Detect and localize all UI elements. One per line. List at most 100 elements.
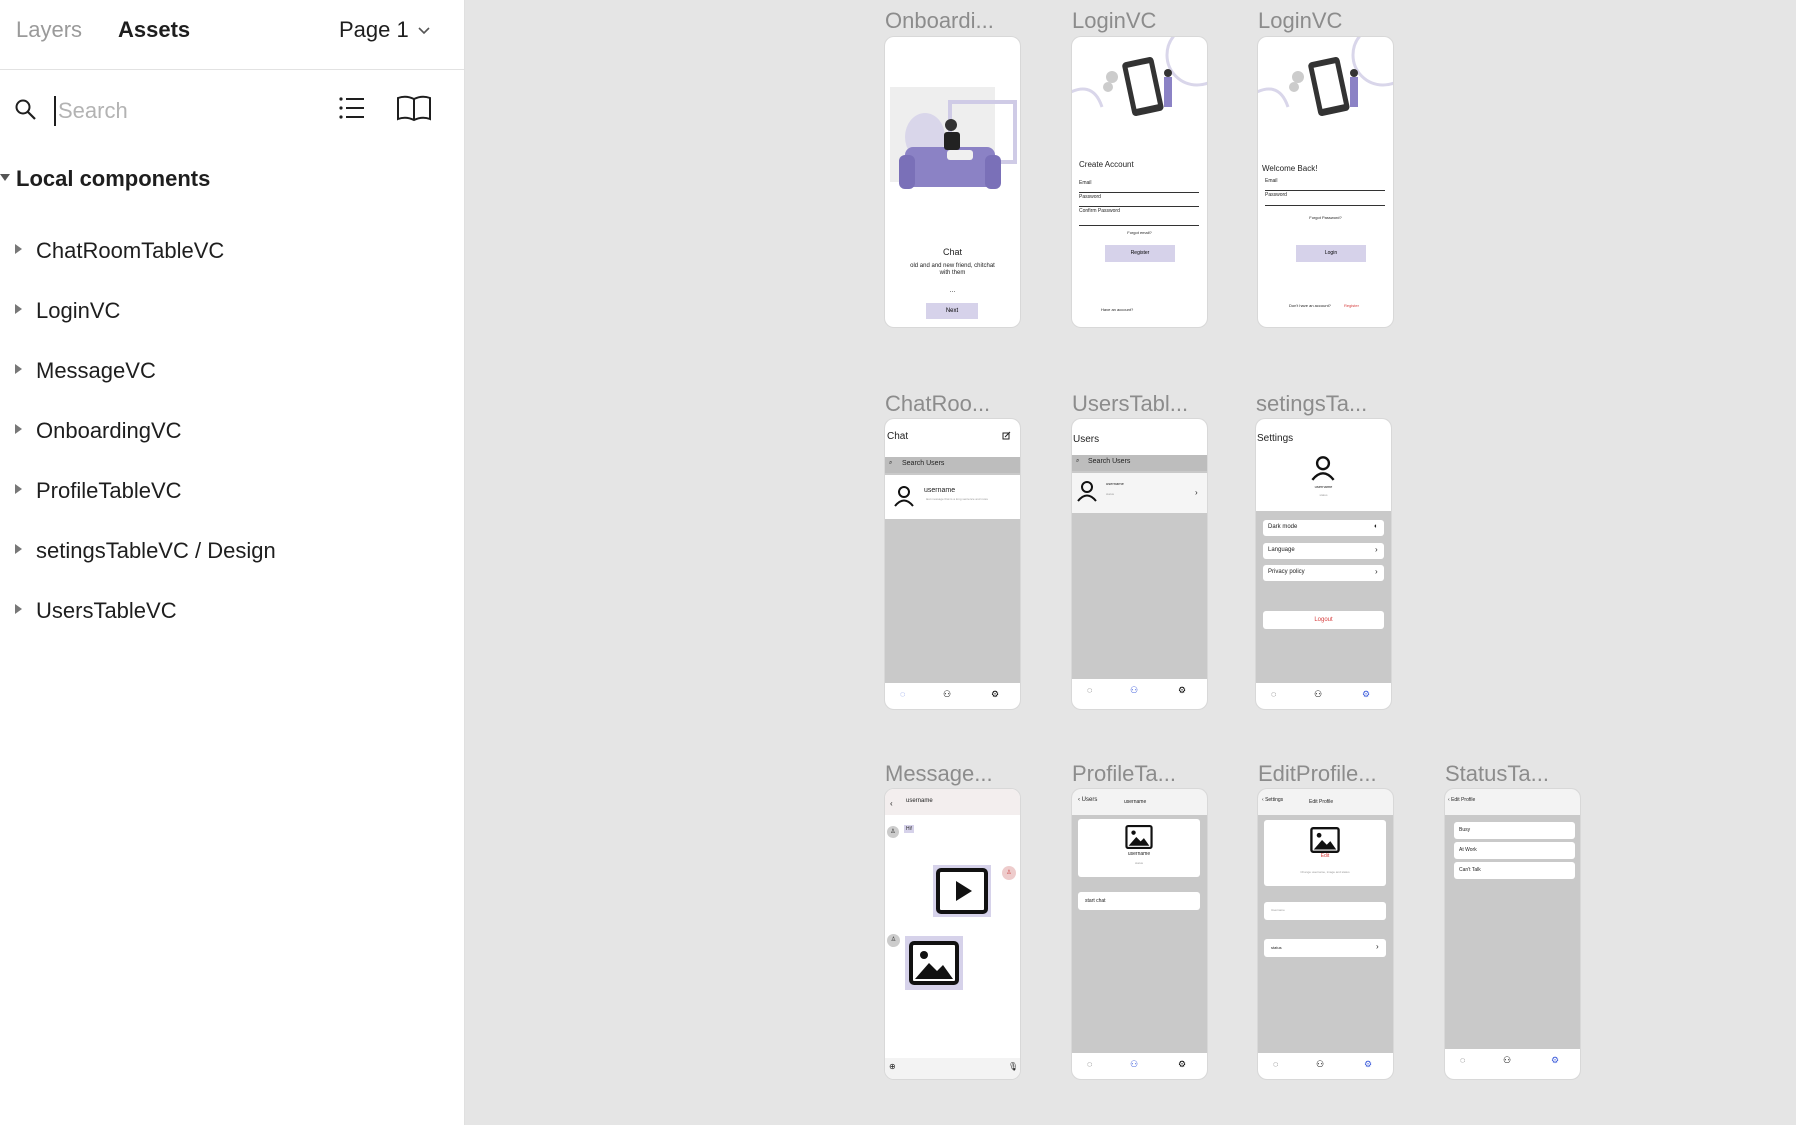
component-label: ChatRoomTableVC <box>36 238 225 263</box>
chat-tab-icon[interactable]: ◌ <box>900 689 905 699</box>
frame-title[interactable]: Message... <box>885 761 993 787</box>
compose-icon[interactable] <box>1002 431 1011 440</box>
settings-tab-icon[interactable]: ⚙ <box>1362 689 1370 700</box>
settings-tab-icon[interactable]: ⚙ <box>991 689 999 700</box>
password-label: Password <box>1265 192 1287 198</box>
tab-bar: ◌ ⚇ ⚙ <box>1258 1053 1393 1079</box>
status-option-label: Can't Talk <box>1459 867 1481 873</box>
tab-bar: ◌ ⚇ ⚙ <box>1445 1049 1580 1079</box>
settings-tab-icon[interactable]: ⚙ <box>1551 1055 1559 1066</box>
expand-caret-icon <box>15 244 22 254</box>
page-selector[interactable]: Page 1 <box>339 17 431 43</box>
chevron-right-icon: › <box>1375 545 1378 554</box>
profile-status: status <box>1319 493 1328 497</box>
component-label: LoginVC <box>36 298 121 323</box>
username-field[interactable]: Username <box>1264 902 1386 920</box>
back-button[interactable]: ‹ Settings <box>1262 797 1283 803</box>
avatar-icon: ♙ <box>887 826 899 838</box>
status-option[interactable]: Busy <box>1454 822 1575 839</box>
status-option-label: Busy <box>1459 827 1471 833</box>
component-item[interactable]: UsersTableVC <box>0 592 464 632</box>
back-button[interactable]: ‹ Edit Profile <box>1448 797 1475 803</box>
frame-title[interactable]: UsersTabl... <box>1072 391 1188 417</box>
row-username: username <box>1106 481 1124 486</box>
search-icon: ⌕ <box>1076 458 1080 464</box>
collapse-caret-icon <box>0 174 10 181</box>
image-message[interactable] <box>905 936 963 990</box>
users-tab-icon[interactable]: ⚇ <box>1130 1059 1138 1070</box>
have-account-text[interactable]: Have an account? <box>1101 307 1133 312</box>
users-tab-icon[interactable]: ⚇ <box>1130 685 1138 696</box>
frame-title[interactable]: setingsTa... <box>1256 391 1367 417</box>
settings-tab-icon[interactable]: ⚙ <box>1364 1059 1372 1070</box>
chevron-right-icon: › <box>1375 567 1378 576</box>
frame-title[interactable]: EditProfile... <box>1258 761 1377 787</box>
status-option[interactable]: At Work <box>1454 842 1575 859</box>
settings-item-label: Language <box>1268 547 1295 553</box>
search-input[interactable] <box>54 96 320 126</box>
frame-message[interactable]: ‹ username ♙ Hi! ♙ ♙ ⊕ 🎙 <box>885 789 1020 1079</box>
next-button[interactable]: Next <box>926 303 978 319</box>
login-button[interactable]: Login <box>1296 245 1366 262</box>
component-item[interactable]: ChatRoomTableVC <box>0 232 464 272</box>
tab-bar: ◌ ⚇ ⚙ <box>1072 1053 1207 1079</box>
back-chevron-icon[interactable]: ‹ <box>890 799 893 808</box>
users-tab-icon[interactable]: ⚇ <box>943 689 951 700</box>
back-button[interactable]: ‹ Users <box>1078 797 1097 803</box>
frame-title[interactable]: LoginVC <box>1072 8 1156 34</box>
register-button[interactable]: Register <box>1105 245 1175 262</box>
frame-title[interactable]: StatusTa... <box>1445 761 1549 787</box>
users-tab-icon[interactable]: ⚇ <box>1316 1059 1324 1070</box>
chat-tab-icon[interactable]: ◌ <box>1273 1059 1278 1069</box>
frame-onboarding[interactable]: Chat old and and new friend, chitchat wi… <box>885 37 1020 327</box>
settings-item-dark-mode[interactable]: Dark mode ◐ <box>1263 520 1384 536</box>
edit-link[interactable]: Edit <box>1264 853 1386 859</box>
users-tab-icon[interactable]: ⚇ <box>1314 689 1322 700</box>
component-item[interactable]: setingsTableVC / Design <box>0 532 464 572</box>
frame-edit-profile[interactable]: ‹ Settings Edit Profile Edit Change user… <box>1258 789 1393 1079</box>
frame-users[interactable]: Users ⌕ Search Users username status › ◌… <box>1072 419 1207 709</box>
component-item[interactable]: OnboardingVC <box>0 412 464 452</box>
chat-tab-icon[interactable]: ◌ <box>1460 1055 1465 1065</box>
frame-chat-rooms[interactable]: Chat ⌕ Search Users username last messag… <box>885 419 1020 709</box>
tab-layers[interactable]: Layers <box>16 17 82 43</box>
list-view-icon[interactable] <box>338 94 366 122</box>
component-item[interactable]: MessageVC <box>0 352 464 392</box>
start-chat-button[interactable]: start chat <box>1078 892 1200 910</box>
message-header-username: username <box>906 798 933 804</box>
frame-login[interactable]: Welcome Back! Email Password Forgot Pass… <box>1258 37 1393 327</box>
chevron-right-icon: › <box>1376 942 1379 951</box>
frame-register[interactable]: Create Account Email Password Confirm Pa… <box>1072 37 1207 327</box>
library-book-icon[interactable] <box>396 94 432 122</box>
forgot-password-link[interactable]: Forgot Password? <box>1258 215 1393 220</box>
video-message[interactable] <box>933 865 991 917</box>
settings-tab-icon[interactable]: ⚙ <box>1178 685 1186 696</box>
search-icon <box>15 99 36 120</box>
frame-settings[interactable]: Settings username status Dark mode ◐ Lang… <box>1256 419 1391 709</box>
status-option[interactable]: Can't Talk <box>1454 862 1575 879</box>
frame-title[interactable]: LoginVC <box>1258 8 1342 34</box>
frame-title[interactable]: Onboardi... <box>885 8 994 34</box>
frame-title[interactable]: ChatRoo... <box>885 391 990 417</box>
component-item[interactable]: ProfileTableVC <box>0 472 464 512</box>
users-tab-icon[interactable]: ⚇ <box>1503 1055 1511 1066</box>
component-item[interactable]: LoginVC <box>0 292 464 332</box>
chat-tab-icon[interactable]: ◌ <box>1087 685 1092 695</box>
profile-username: username <box>1314 484 1333 489</box>
microphone-icon[interactable]: 🎙 <box>1008 1062 1018 1071</box>
frame-status[interactable]: ‹ Edit Profile Busy At Work Can't Talk ◌… <box>1445 789 1580 1079</box>
profile-card: Edit Change username, image and status <box>1264 820 1386 886</box>
attach-icon[interactable]: ⊕ <box>889 1062 896 1071</box>
forgot-link[interactable]: Forgot email? <box>1072 230 1207 235</box>
settings-tab-icon[interactable]: ⚙ <box>1178 1059 1186 1070</box>
chat-tab-icon[interactable]: ◌ <box>1087 1059 1092 1069</box>
register-link[interactable]: Register <box>1344 303 1359 308</box>
status-field[interactable]: status › <box>1264 939 1386 957</box>
logout-button[interactable]: Logout <box>1263 611 1384 629</box>
settings-item-language[interactable]: Language › <box>1263 543 1384 559</box>
frame-title[interactable]: ProfileTa... <box>1072 761 1176 787</box>
chat-tab-icon[interactable]: ◌ <box>1271 689 1276 699</box>
frame-profile[interactable]: ‹ Users username username status start c… <box>1072 789 1207 1079</box>
tab-assets[interactable]: Assets <box>118 17 190 43</box>
settings-item-privacy[interactable]: Privacy policy › <box>1263 565 1384 581</box>
